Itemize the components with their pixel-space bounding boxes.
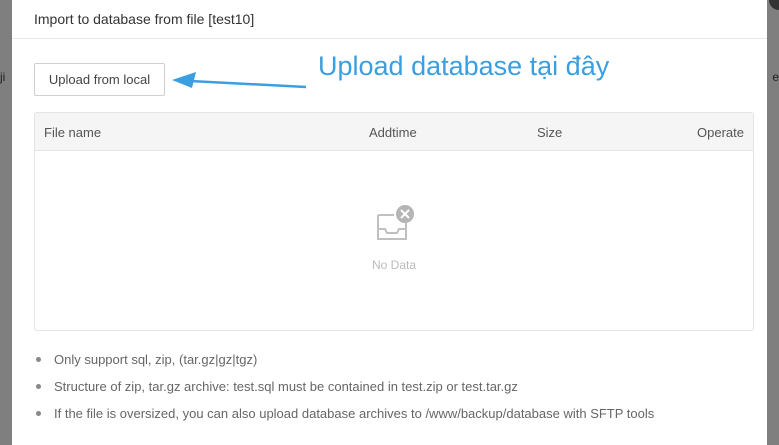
- background-page-left: [0, 0, 12, 445]
- table-header: File name Addtime Size Operate: [35, 113, 753, 151]
- dialog-title: Import to database from file [test10]: [34, 11, 255, 27]
- note-item: Structure of zip, tar.gz archive: test.s…: [34, 379, 654, 406]
- background-text-right: e: [772, 70, 779, 84]
- import-dialog: Import to database from file [test10] Up…: [12, 0, 767, 445]
- arrow-left-icon: [172, 72, 307, 89]
- upload-from-local-button[interactable]: Upload from local: [34, 63, 165, 96]
- column-header-operate: Operate: [697, 125, 744, 140]
- column-header-size[interactable]: Size: [537, 125, 562, 140]
- column-header-file-name[interactable]: File name: [44, 125, 101, 140]
- notes-list: Only support sql, zip, (tar.gz|gz|tgz) S…: [34, 352, 654, 433]
- no-data-icon: [377, 205, 414, 240]
- column-header-addtime[interactable]: Addtime: [369, 125, 417, 140]
- note-item: If the file is oversized, you can also u…: [34, 406, 654, 433]
- empty-state: No Data: [35, 205, 753, 272]
- annotation-text: Upload database tại đây: [318, 51, 610, 81]
- dialog-header: Import to database from file [test10]: [12, 0, 767, 39]
- background-text-left: ji: [0, 70, 6, 84]
- file-table: File name Addtime Size Operate No Data: [34, 112, 754, 331]
- background-page-right: [767, 0, 779, 445]
- note-item: Only support sql, zip, (tar.gz|gz|tgz): [34, 352, 654, 379]
- no-data-text: No Data: [371, 258, 417, 272]
